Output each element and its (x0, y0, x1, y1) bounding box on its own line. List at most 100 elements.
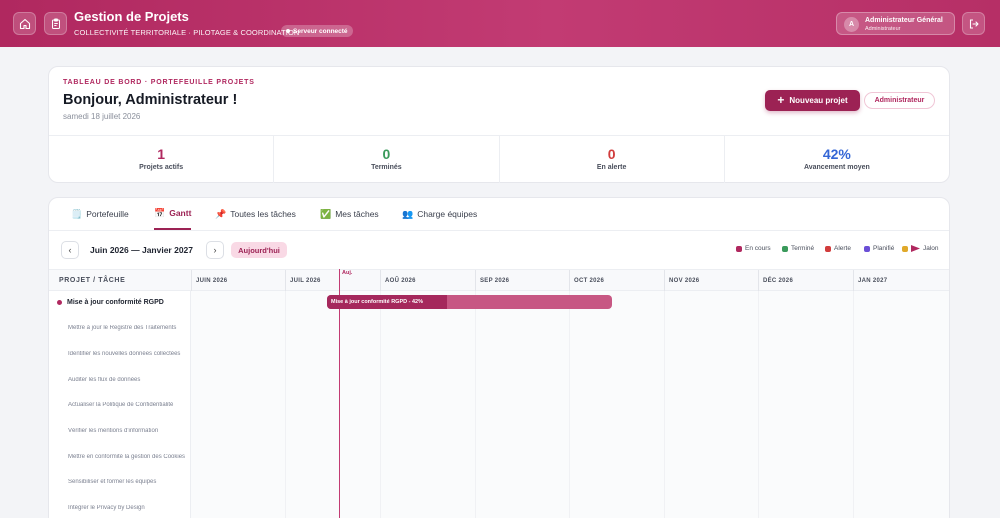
task-row[interactable]: Mettre à jour le Registre des Traitement… (68, 325, 186, 331)
legend-label: Planifié (873, 245, 895, 252)
legend-item: En cours (736, 245, 771, 252)
user-name: Administrateur Général (865, 17, 943, 24)
month-header: DÉC 2026 (758, 270, 853, 291)
status-dot-icon (286, 29, 290, 33)
legend-item: Terminé (782, 245, 814, 252)
tab-my-tasks[interactable]: ✅ Mes tâches (320, 198, 379, 230)
stat-active-projects: 1 Projets actifs (49, 136, 275, 183)
legend-swatch (782, 245, 788, 252)
home-icon (19, 18, 30, 29)
app-title: Gestion de Projets (74, 9, 189, 24)
tab-label: Gantt (169, 208, 192, 218)
task-list-column: Mise à jour conformité RGPD Mettre à jou… (49, 291, 191, 518)
tab-portefeuille[interactable]: 🗒️ Portefeuille (71, 198, 129, 230)
app-header: Gestion de Projets COLLECTIVITÉ TERRITOR… (0, 0, 1000, 47)
month-header: OCT 2026 (569, 270, 664, 291)
gantt-header: PROJET / TÂCHE JUIN 2026 JUIL 2026 AOÛ 2… (49, 269, 949, 291)
clipboard-button[interactable] (44, 12, 67, 35)
gantt-bar-label: Mise à jour conformité RGPD - 42% (331, 299, 423, 305)
stat-label: Terminés (371, 164, 402, 171)
milestone-flag-icon (911, 245, 920, 252)
gantt-toolbar: ‹ Juin 2026 — Janvier 2027 › Aujourd'hui… (49, 238, 949, 262)
dashboard-card: TABLEAU DE BORD · PORTEFEUILLE PROJETS B… (48, 66, 950, 183)
legend-label: Jalon (923, 245, 939, 252)
stat-average-progress: 42% Avancement moyen (725, 136, 949, 183)
task-row[interactable]: Auditer les flux de données (68, 377, 186, 383)
legend-swatch (736, 245, 742, 252)
task-row[interactable]: Vérifier les mentions d'information (68, 428, 186, 434)
tab-label: Portefeuille (86, 209, 129, 219)
server-status-badge: Serveur connecté (281, 25, 353, 37)
home-button[interactable] (13, 12, 36, 35)
previous-period-button[interactable]: ‹ (61, 241, 79, 259)
tab-all-tasks[interactable]: 📌 Toutes les tâches (215, 198, 296, 230)
month-header: AOÛ 2026 (380, 270, 475, 291)
project-name: Mise à jour conformité RGPD (67, 299, 164, 306)
main-panel: 🗒️ Portefeuille 📅 Gantt 📌 Toutes les tâc… (48, 197, 950, 518)
stats-row: 1 Projets actifs 0 Terminés 0 En alerte … (49, 135, 949, 183)
tab-team-load[interactable]: 👥 Charge équipes (402, 198, 477, 230)
server-status-text: Serveur connecté (293, 27, 348, 35)
page-title: Bonjour, Administrateur ! (63, 92, 238, 108)
project-status-dot-icon (57, 300, 62, 305)
app-subtitle: COLLECTIVITÉ TERRITORIALE · PILOTAGE & C… (74, 28, 300, 37)
month-gridline (853, 291, 854, 518)
stat-label: Projets actifs (139, 164, 184, 171)
plus-icon: + (777, 93, 785, 107)
chevron-left-icon: ‹ (68, 245, 72, 255)
stat-alerts: 0 En alerte (500, 136, 725, 183)
legend-item: Alerte (825, 245, 851, 252)
period-label: Juin 2026 — Janvier 2027 (90, 245, 194, 255)
today-button[interactable]: Aujourd'hui (231, 242, 287, 258)
calendar-icon: 📅 (154, 207, 166, 218)
today-marker-label: Auj. (342, 270, 353, 276)
gantt-column-title: PROJET / TÂCHE (59, 277, 126, 284)
task-row[interactable]: Sensibiliser et former les équipes (68, 479, 186, 485)
project-gantt-bar[interactable]: Mise à jour conformité RGPD - 42% (327, 295, 612, 309)
month-header: JUIL 2026 (285, 270, 380, 291)
avatar: A (844, 17, 859, 32)
current-date: samedi 18 juillet 2026 (63, 112, 141, 121)
stat-completed: 0 Terminés (274, 136, 500, 183)
month-gridline (285, 291, 286, 518)
new-project-button[interactable]: + Nouveau projet (765, 90, 860, 111)
new-project-label: Nouveau projet (789, 96, 848, 105)
project-row[interactable]: Mise à jour conformité RGPD (57, 299, 164, 306)
legend-label: En cours (745, 245, 771, 252)
role-pill[interactable]: Administrateur (864, 92, 935, 109)
stat-label: Avancement moyen (803, 164, 870, 171)
tab-label: Toutes les tâches (230, 209, 296, 219)
legend-swatch (864, 245, 870, 252)
legend-swatch (902, 245, 908, 252)
tab-bar: 🗒️ Portefeuille 📅 Gantt 📌 Toutes les tâc… (49, 198, 949, 231)
task-row[interactable]: Mettre en conformité la gestion des Cook… (68, 454, 186, 460)
clipboard-icon (51, 18, 60, 29)
stat-label: En alerte (596, 164, 627, 171)
stat-value: 0 (382, 146, 391, 162)
task-row[interactable]: Intégrer le Privacy by Design (68, 505, 186, 511)
month-header: JAN 2027 (853, 270, 949, 291)
next-period-button[interactable]: › (206, 241, 224, 259)
checkmark-icon: ✅ (320, 208, 332, 219)
pushpin-icon: 📌 (215, 208, 227, 219)
task-row[interactable]: Identifier les nouvelles données collect… (68, 351, 186, 357)
user-menu[interactable]: A Administrateur Général Administrateur (836, 12, 955, 35)
month-header: JUIN 2026 (191, 270, 285, 291)
tab-label: Mes tâches (335, 209, 379, 219)
notepad-icon: 🗒️ (71, 208, 83, 219)
gantt-chart-area: Auj. Mise à jour conformité RGPD - 42% (191, 269, 949, 518)
month-gridline (380, 291, 381, 518)
month-gridline (475, 291, 476, 518)
stat-value: 1 (157, 146, 166, 162)
logout-icon (969, 18, 979, 29)
stat-value: 0 (607, 146, 616, 162)
month-header: NOV 2026 (664, 270, 758, 291)
month-gridline (664, 291, 665, 518)
gantt-body: Auj. Mise à jour conformité RGPD - 42% M… (49, 269, 949, 518)
task-row[interactable]: Actualiser la Politique de Confidentiali… (68, 402, 186, 408)
logout-button[interactable] (962, 12, 985, 35)
month-gridline (569, 291, 570, 518)
people-icon: 👥 (402, 208, 414, 219)
month-gridline (758, 291, 759, 518)
tab-gantt[interactable]: 📅 Gantt (154, 198, 192, 230)
